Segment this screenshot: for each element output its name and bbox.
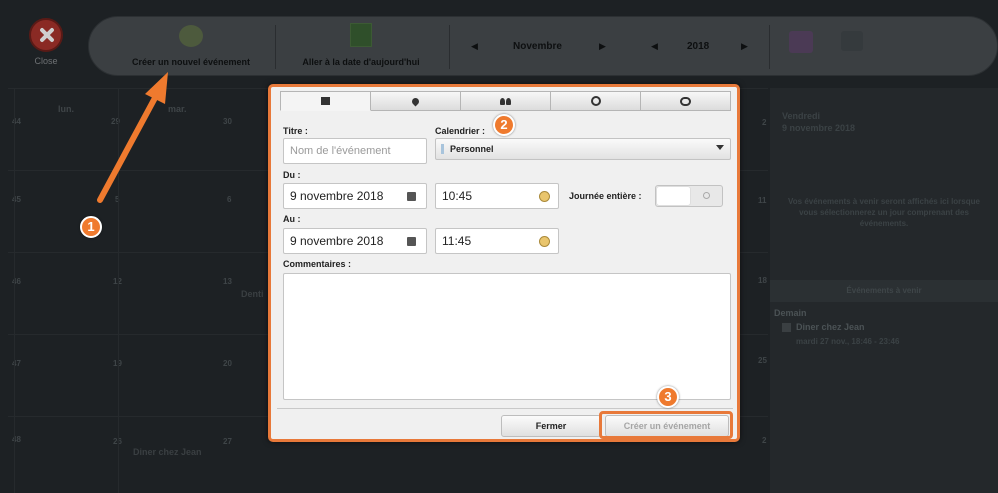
tutorial-arrow bbox=[97, 72, 168, 203]
highlight-ring bbox=[599, 411, 733, 439]
step-badge-1: 1 bbox=[80, 216, 102, 238]
step-badge-2: 2 bbox=[493, 114, 515, 136]
step-badge-3: 3 bbox=[657, 386, 679, 408]
